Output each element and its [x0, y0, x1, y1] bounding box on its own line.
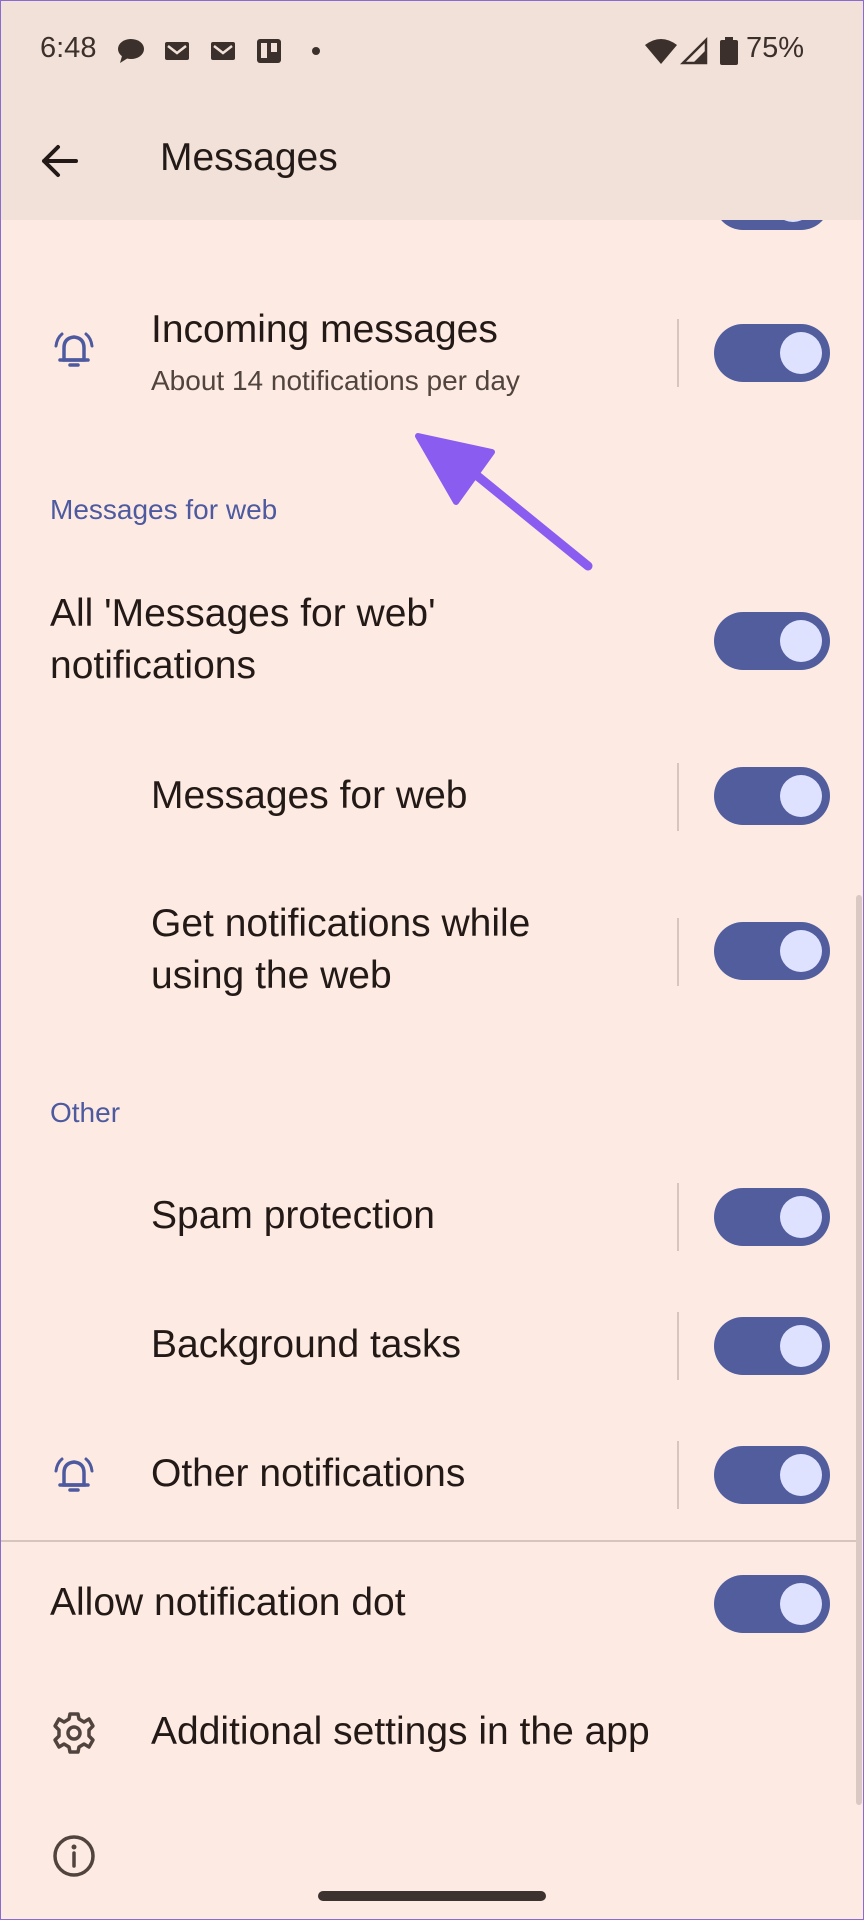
spam-protection-toggle[interactable]: [714, 1188, 830, 1246]
chat-bubble-icon: [118, 39, 144, 63]
top-bar: 6:48 75% Messages: [0, 0, 864, 220]
web-notif-title-line1: Get notifications while: [151, 902, 531, 945]
incoming-messages-toggle[interactable]: [714, 324, 830, 382]
notification-dot-toggle[interactable]: [714, 1575, 830, 1633]
toggle-thumb: [780, 332, 822, 374]
all-web-notifications-toggle[interactable]: [714, 612, 830, 670]
all-web-notifications-title[interactable]: All 'Messages for web' notifications: [50, 588, 436, 692]
section-divider: [0, 1540, 856, 1542]
mail-app-icon-2: [211, 42, 235, 60]
row-divider: [677, 918, 679, 986]
row-divider: [677, 1441, 679, 1509]
spam-protection-title[interactable]: Spam protection: [151, 1190, 435, 1242]
mail-app-icon: [165, 42, 189, 60]
row-divider: [677, 319, 679, 387]
more-dot-icon: [312, 47, 320, 55]
additional-settings-link[interactable]: Additional settings in the app: [151, 1706, 650, 1758]
page-title: Messages: [160, 136, 338, 179]
incoming-messages-title[interactable]: Incoming messages: [151, 304, 498, 356]
battery-percentage: 75%: [746, 32, 805, 64]
messages-for-web-title[interactable]: Messages for web: [151, 770, 467, 822]
status-bar: 6:48 75%: [0, 0, 864, 104]
row-divider: [677, 1183, 679, 1251]
bell-icon: [54, 1457, 94, 1492]
web-notif-title-line2: using the web: [151, 954, 392, 997]
bell-icon: [54, 332, 94, 367]
section-header-other: Other: [50, 1097, 121, 1128]
cell-signal-icon: [680, 36, 708, 65]
board-app-icon: [257, 39, 281, 63]
toggle-thumb: [780, 1454, 822, 1496]
toggle-thumb: [780, 1583, 822, 1625]
other-notifications-toggle[interactable]: [714, 1446, 830, 1504]
home-gesture-bar[interactable]: [318, 1891, 546, 1901]
all-web-title-line1: All 'Messages for web': [50, 592, 436, 635]
messages-for-web-toggle[interactable]: [714, 767, 830, 825]
web-notifications-title[interactable]: Get notifications while using the web: [151, 898, 530, 1002]
toggle-thumb: [780, 1325, 822, 1367]
section-header-messages-for-web: Messages for web: [50, 494, 278, 525]
toggle-thumb: [780, 620, 822, 662]
notification-dot-title[interactable]: Allow notification dot: [50, 1577, 406, 1629]
background-tasks-toggle[interactable]: [714, 1317, 830, 1375]
incoming-messages-subtitle: About 14 notifications per day: [151, 365, 520, 396]
scrollbar[interactable]: [856, 895, 862, 1805]
toggle-thumb: [780, 775, 822, 817]
background-tasks-title[interactable]: Background tasks: [151, 1319, 461, 1371]
toggle-thumb: [780, 930, 822, 972]
row-divider: [677, 1312, 679, 1380]
all-web-title-line2: notifications: [50, 644, 256, 687]
gear-icon: [53, 1712, 95, 1754]
battery-icon: [720, 37, 738, 65]
other-notifications-title[interactable]: Other notifications: [151, 1448, 465, 1500]
status-time: 6:48: [40, 32, 97, 64]
row-divider: [677, 763, 679, 831]
web-notifications-toggle[interactable]: [714, 922, 830, 980]
wifi-icon: [645, 39, 677, 64]
info-icon[interactable]: [52, 1834, 96, 1878]
back-arrow-icon[interactable]: [38, 140, 80, 182]
toggle-thumb: [780, 1196, 822, 1238]
